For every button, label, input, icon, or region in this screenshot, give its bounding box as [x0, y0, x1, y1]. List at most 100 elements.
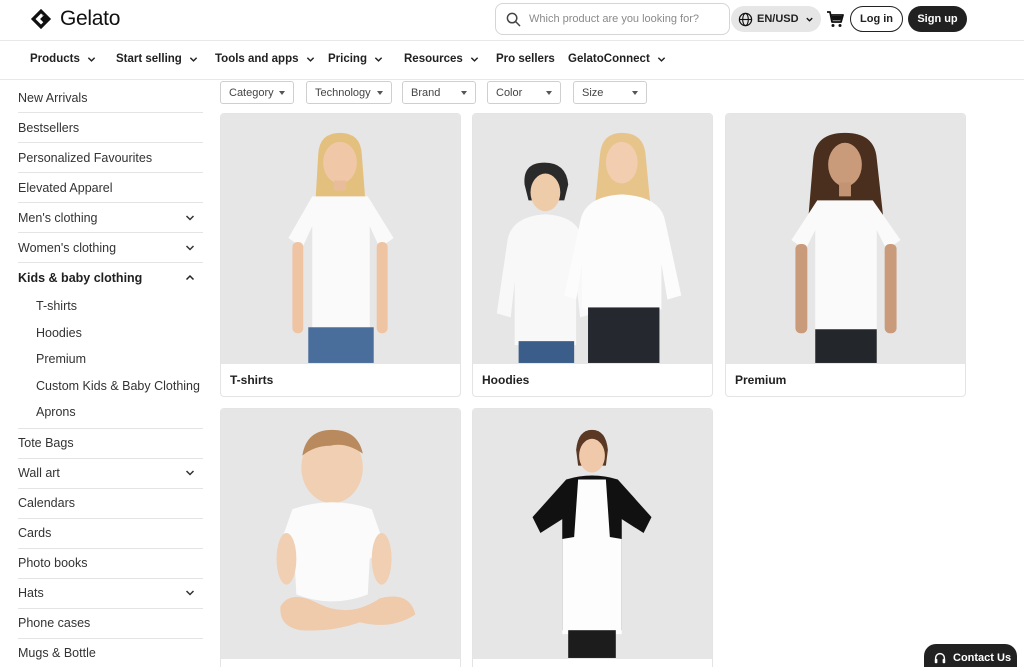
search-input[interactable] — [529, 13, 719, 25]
filter-category[interactable]: Category — [220, 81, 294, 104]
chevron-down-icon — [185, 244, 195, 251]
nav-resources[interactable]: Resources — [404, 53, 479, 65]
product-title: Premium — [735, 373, 787, 387]
sidebar-item-label: Mugs & Bottle — [18, 646, 96, 660]
subcategory-custom-kids-baby[interactable]: Custom Kids & Baby Clothing — [18, 373, 203, 400]
globe-icon — [738, 12, 753, 26]
sidebar-item-mugs-bottle[interactable]: Mugs & Bottle — [18, 639, 203, 667]
caret-down-icon — [632, 90, 638, 95]
filter-label: Technology — [315, 86, 371, 99]
product-image — [726, 114, 965, 364]
chevron-down-icon — [185, 214, 195, 221]
caret-down-icon — [546, 90, 552, 95]
sidebar-item-wall-art[interactable]: Wall art — [18, 459, 203, 489]
subcategory-hoodies[interactable]: Hoodies — [18, 320, 203, 347]
sidebar-item-elevated-apparel[interactable]: Elevated Apparel — [18, 173, 203, 203]
subcategory-t-shirts[interactable]: T-shirts — [18, 293, 203, 320]
nav-pro-sellers[interactable]: Pro sellers — [496, 53, 555, 65]
nav-label: Pricing — [328, 53, 367, 65]
caret-down-icon — [279, 90, 285, 95]
product-card-hoodies[interactable]: Hoodies — [472, 113, 713, 397]
filter-label: Color — [496, 86, 523, 99]
search-box[interactable] — [495, 3, 730, 35]
sidebar-item-label: Phone cases — [18, 616, 91, 630]
gelato-logo-icon — [30, 8, 52, 30]
nav-start-selling[interactable]: Start selling — [116, 53, 198, 65]
sidebar-item-personalized-favourites[interactable]: Personalized Favourites — [18, 143, 203, 173]
sidebar-item-photo-books[interactable]: Photo books — [18, 549, 203, 579]
product-image — [473, 409, 712, 659]
filter-size[interactable]: Size — [573, 81, 647, 104]
subcategory-aprons[interactable]: Aprons — [18, 399, 203, 426]
sidebar-item-label: Hats — [18, 586, 44, 600]
product-title: Hoodies — [482, 373, 530, 387]
filter-technology[interactable]: Technology — [306, 81, 392, 104]
chevron-down-icon — [657, 56, 665, 62]
nav-gelatoconnect[interactable]: GelatoConnect — [568, 53, 666, 65]
chevron-down-icon — [189, 56, 197, 62]
headset-icon — [934, 652, 946, 663]
chevron-down-icon — [374, 56, 383, 62]
product-card-t-shirts[interactable]: T-shirts — [220, 113, 461, 397]
language-label: EN/USD — [757, 13, 799, 25]
language-selector[interactable]: EN/USD — [731, 6, 821, 32]
logo-text: Gelato — [60, 7, 121, 30]
sidebar-item-label: New Arrivals — [18, 90, 88, 105]
sidebar-item-cards[interactable]: Cards — [18, 519, 203, 549]
category-sidebar: New Arrivals Bestsellers Personalized Fa… — [18, 83, 203, 667]
product-image — [473, 114, 712, 364]
sidebar-item-label: Cards — [18, 526, 52, 540]
product-card-baby[interactable] — [220, 408, 461, 667]
kids-hoodie-image — [496, 132, 682, 363]
subcategory-premium[interactable]: Premium — [18, 346, 203, 373]
chevron-down-icon — [185, 590, 195, 596]
nav-tools-and-apps[interactable]: Tools and apps — [215, 53, 315, 65]
cart-icon[interactable] — [826, 10, 844, 28]
sidebar-item-phone-cases[interactable]: Phone cases — [18, 609, 203, 639]
sidebar-item-label: Bestsellers — [18, 120, 80, 135]
search-icon — [506, 12, 521, 26]
sidebar-item-calendars[interactable]: Calendars — [18, 489, 203, 519]
signup-button[interactable]: Sign up — [908, 6, 967, 32]
chevron-down-icon — [87, 56, 96, 62]
sidebar-item-new-arrivals[interactable]: New Arrivals — [18, 83, 203, 113]
baby-bodysuit-image — [276, 429, 416, 631]
nav-pricing[interactable]: Pricing — [328, 53, 383, 65]
sidebar-item-label: Kids & baby clothing — [18, 271, 143, 285]
product-title — [221, 659, 460, 667]
nav-label: Pro sellers — [496, 53, 555, 65]
sidebar-item-womens-clothing[interactable]: Women's clothing — [18, 233, 203, 263]
kid-apron-image — [532, 429, 652, 658]
nav-label: Tools and apps — [215, 53, 299, 65]
filter-label: Size — [582, 86, 604, 99]
nav-label: GelatoConnect — [568, 53, 650, 65]
filter-brand[interactable]: Brand — [402, 81, 476, 104]
sidebar-item-kids-baby-clothing[interactable]: Kids & baby clothing — [18, 263, 203, 293]
sidebar-item-hats[interactable]: Hats — [18, 579, 203, 609]
nav-label: Start selling — [116, 53, 182, 65]
sidebar-item-mens-clothing[interactable]: Men's clothing — [18, 203, 203, 233]
login-button[interactable]: Log in — [850, 6, 903, 32]
product-image — [221, 114, 460, 364]
chevron-up-icon — [185, 274, 195, 281]
filter-color[interactable]: Color — [487, 81, 561, 104]
contact-label: Contact Us — [953, 651, 1012, 664]
header: Gelato EN/USD Log in Sign up — [0, 0, 1024, 40]
product-card-premium[interactable]: Premium — [725, 113, 966, 397]
sidebar-item-label: Women's clothing — [18, 240, 117, 255]
gelato-logo[interactable]: Gelato — [30, 7, 120, 31]
nav-products[interactable]: Products — [30, 53, 96, 65]
caret-down-icon — [377, 90, 383, 95]
chevron-down-icon — [470, 56, 478, 62]
kid-premium-tee-image — [791, 132, 901, 363]
product-title: T-shirts — [230, 373, 274, 387]
product-card-aprons[interactable] — [472, 408, 713, 667]
sidebar-item-tote-bags[interactable]: Tote Bags — [18, 429, 203, 459]
sidebar-item-bestsellers[interactable]: Bestsellers — [18, 113, 203, 143]
contact-us-button[interactable]: Contact Us — [924, 644, 1017, 667]
sidebar-item-label: Men's clothing — [18, 210, 98, 225]
sidebar-item-label: Photo books — [18, 556, 88, 570]
kids-subcategory-list: T-shirts Hoodies Premium Custom Kids & B… — [18, 293, 203, 429]
nav-label: Resources — [404, 53, 463, 65]
nav-label: Products — [30, 53, 80, 65]
